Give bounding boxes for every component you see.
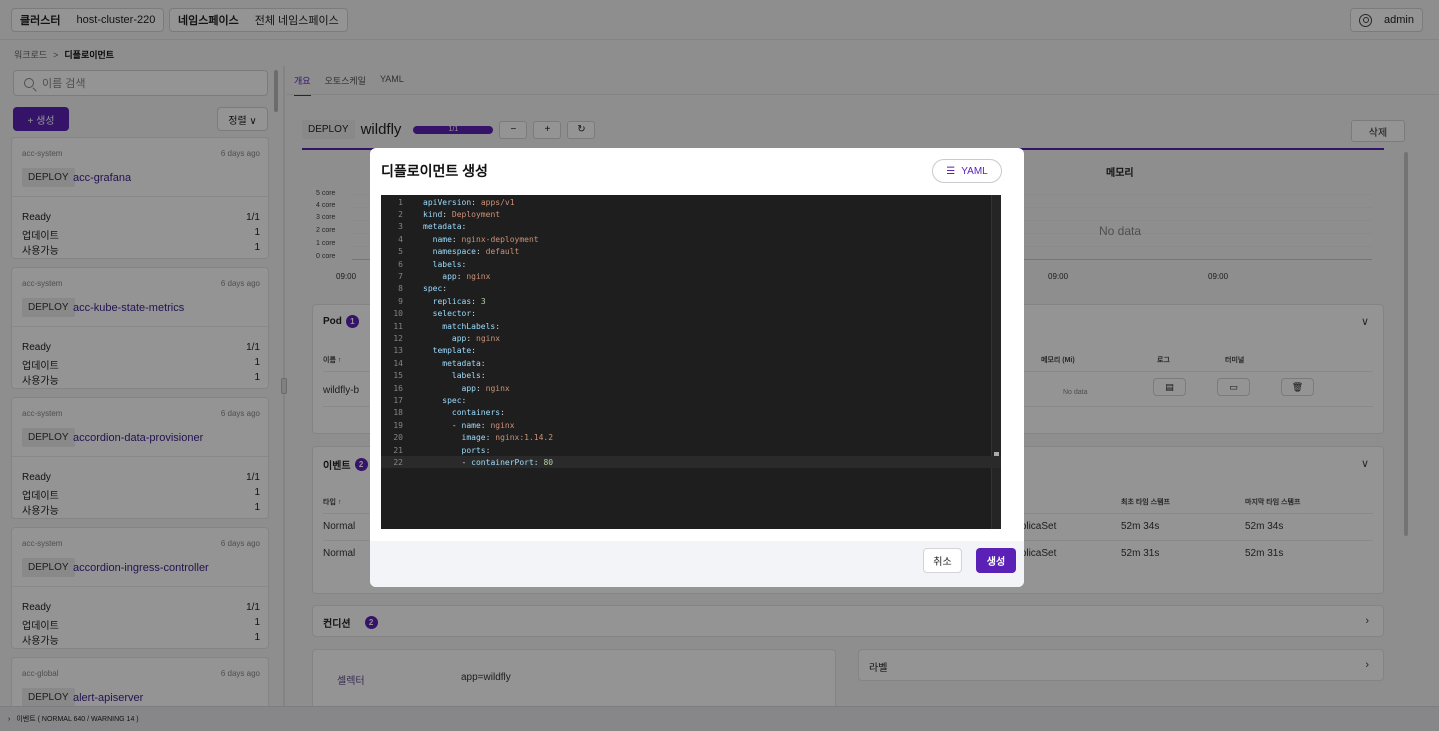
code-line: 6 labels: [381, 258, 1001, 270]
code-line: 9 replicas: 3 [381, 295, 1001, 307]
line-number: 3 [398, 222, 403, 232]
code-text: namespace: default [432, 247, 520, 257]
code-line: 12 app: nginx [381, 332, 1001, 344]
code-text: metadata: [442, 358, 486, 368]
code-line: 15 labels: [381, 370, 1001, 382]
code-text: - name: nginx [423, 420, 515, 430]
code-text: kind: Deployment [423, 209, 501, 219]
code-text: name: nginx-deployment [432, 234, 539, 244]
code-text: matchLabels: [442, 321, 501, 331]
code-text: template: [432, 346, 476, 356]
code-text: app: nginx [461, 383, 510, 393]
line-number: 8 [398, 284, 403, 294]
yaml-button-label: YAML [961, 165, 988, 177]
code-line: 14 metadata: [381, 357, 1001, 369]
code-text: image: nginx:1.14.2 [461, 433, 554, 443]
code-line: 16 app: nginx [381, 382, 1001, 394]
code-line: 19 - name: nginx [381, 419, 1001, 431]
code-line: 7 app: nginx [381, 270, 1001, 282]
line-number: 9 [398, 296, 403, 306]
line-number: 1 [398, 197, 403, 207]
code-text: app: nginx [451, 333, 501, 343]
line-number: 6 [398, 259, 403, 269]
line-number: 5 [398, 247, 403, 257]
code-text: selector: [432, 309, 476, 319]
code-line: 8 spec: [381, 283, 1001, 295]
line-number: 7 [398, 271, 403, 281]
line-number: 19 [393, 420, 403, 430]
line-number: 20 [393, 433, 403, 443]
create-submit-button[interactable]: 생성 [976, 548, 1016, 573]
code-line: 3 metadata: [381, 221, 1001, 233]
code-line: 22 - containerPort: 80 [381, 456, 1001, 469]
line-number: 14 [393, 358, 403, 368]
line-number: 13 [393, 346, 403, 356]
code-line: 2 kind: Deployment [381, 208, 1001, 220]
code-line: 21 ports: [381, 444, 1001, 456]
line-number: 12 [393, 333, 403, 343]
code-text: app: nginx [442, 271, 491, 281]
cancel-button[interactable]: 취소 [923, 548, 962, 573]
line-number: 18 [393, 408, 403, 418]
code-text: - containerPort: 80 [423, 457, 554, 467]
yaml-toggle-button[interactable]: ☰ YAML [932, 159, 1002, 183]
code-text: labels: [432, 259, 467, 269]
create-deployment-modal: 디플로이먼트 생성 ☰ YAML 1 apiVersion: apps/v1 2 ki… [370, 148, 1024, 587]
line-number: 21 [393, 445, 403, 455]
code-line: 10 selector: [381, 308, 1001, 320]
code-text: spec: [423, 284, 448, 294]
code-text: spec: [442, 395, 467, 405]
code-line: 20 image: nginx:1.14.2 [381, 432, 1001, 444]
line-number: 2 [398, 209, 403, 219]
code-line: 4 name: nginx-deployment [381, 233, 1001, 245]
line-number: 11 [393, 321, 403, 331]
yaml-code-editor[interactable]: 1 apiVersion: apps/v1 2 kind: Deployment 3 me… [381, 195, 1001, 529]
line-number: 22 [393, 457, 403, 467]
code-line: 11 matchLabels: [381, 320, 1001, 332]
code-line: 17 spec: [381, 394, 1001, 406]
code-text: apiVersion: apps/v1 [423, 197, 515, 207]
list-icon: ☰ [946, 165, 956, 177]
code-line: 13 template: [381, 345, 1001, 357]
line-number: 15 [393, 371, 403, 381]
line-number: 16 [393, 383, 403, 393]
code-line: 1 apiVersion: apps/v1 [381, 196, 1001, 208]
code-text: metadata: [423, 222, 467, 232]
code-line: 18 containers: [381, 407, 1001, 419]
code-text: ports: [461, 445, 491, 455]
code-line: 5 namespace: default [381, 246, 1001, 258]
line-number: 10 [393, 309, 403, 319]
code-text: labels: [451, 371, 486, 381]
line-number: 4 [398, 234, 403, 244]
code-text: replicas: 3 [432, 296, 486, 306]
modal-title: 디플로이먼트 생성 [381, 163, 488, 179]
code-text: containers: [451, 408, 505, 418]
line-number: 17 [393, 395, 403, 405]
